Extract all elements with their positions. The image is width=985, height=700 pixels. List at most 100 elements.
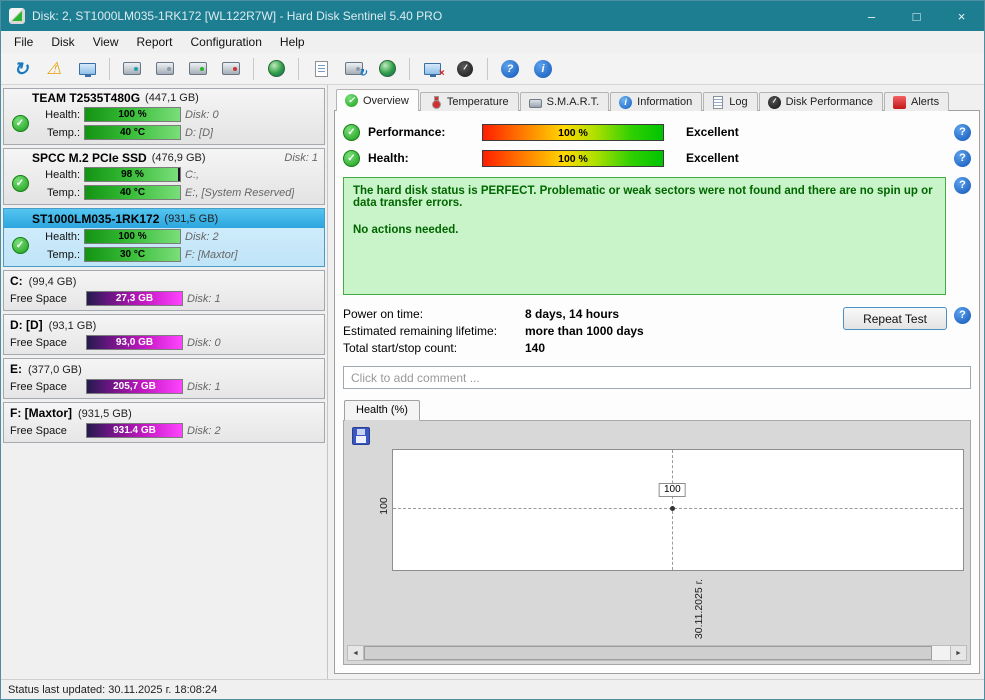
free-space-bar: 93,0 GB — [86, 335, 183, 350]
menubar: File Disk View Report Configuration Help — [1, 31, 984, 53]
partition-entry-d[interactable]: D: [D] (93,1 GB) Free Space 93,0 GB Disk… — [3, 314, 325, 355]
health-bar: 98 % — [84, 167, 181, 182]
main-area: ✓ Overview Temperature S.M.A.R.T. i Inform… — [328, 85, 984, 679]
maximize-icon[interactable]: □ — [894, 1, 939, 31]
partition-entry-c[interactable]: C: (99,4 GB) Free Space 27,3 GB Disk: 1 — [3, 270, 325, 311]
menu-disk[interactable]: Disk — [42, 32, 83, 52]
disk-online-icon[interactable] — [183, 55, 213, 82]
chart-y-axis-label: 100 — [378, 497, 390, 515]
menu-view[interactable]: View — [84, 32, 128, 52]
temp-label: Temp.: — [46, 126, 80, 139]
performance-gauge-icon[interactable] — [450, 55, 480, 82]
disk-sidebar: TEAM T2535T480G (447,1 GB) ✓ Health: 100… — [1, 85, 328, 679]
network-globe-icon[interactable] — [261, 55, 291, 82]
scroll-left-icon[interactable]: ◄ — [348, 646, 364, 660]
menu-file[interactable]: File — [5, 32, 42, 52]
free-space-bar: 205,7 GB — [86, 379, 183, 394]
disk-size: (476,9 GB) — [151, 152, 206, 164]
tab-smart[interactable]: S.M.A.R.T. — [519, 92, 610, 111]
disk-entry-st1000-selected[interactable]: ST1000LM035-1RK172 (931,5 GB) ✓ Health: … — [3, 208, 325, 267]
disk-header: TEAM T2535T480G (447,1 GB) — [4, 89, 324, 106]
free-space-value: 205,7 GB — [113, 381, 156, 392]
minimize-icon[interactable]: – — [849, 1, 894, 31]
tab-information[interactable]: i Information — [610, 92, 703, 111]
chart-tab-health[interactable]: Health (%) — [344, 400, 420, 421]
toolbar: ↻ ⚠ ↻ × ? i — [1, 53, 984, 85]
disk-test-warning-icon[interactable]: ⚠ — [39, 55, 69, 82]
disk-icon[interactable] — [150, 55, 180, 82]
performance-bar: 100 % — [482, 123, 664, 141]
partition-size: (99,4 GB) — [28, 276, 77, 288]
window-title: Disk: 2, ST1000LM035-1RK172 [WL122R7W] -… — [32, 9, 443, 23]
help-icon[interactable]: ? — [495, 55, 525, 82]
comment-input[interactable] — [343, 366, 971, 389]
health-history-chart: 100 100 30.11.2025 г. ◄ ► — [343, 420, 971, 665]
report-monitor-icon[interactable] — [72, 55, 102, 82]
disk-entry-spcc[interactable]: SPCC M.2 PCIe SSD (476,9 GB) Disk: 1 ✓ H… — [3, 148, 325, 205]
chart-scrollbar[interactable]: ◄ ► — [347, 645, 967, 661]
drive-letters: D: [D] — [185, 126, 214, 139]
web-report-icon[interactable] — [372, 55, 402, 82]
disk-refresh-icon[interactable]: ↻ — [339, 55, 369, 82]
free-space-bar: 931.4 GB — [86, 423, 183, 438]
free-space-bar: 27,3 GB — [86, 291, 183, 306]
disk-entry-team[interactable]: TEAM T2535T480G (447,1 GB) ✓ Health: 100… — [3, 88, 325, 145]
performance-value: 100 % — [558, 126, 588, 139]
disk-size: (931,5 GB) — [164, 213, 219, 225]
toolbar-separator — [487, 57, 488, 80]
tab-temperature[interactable]: Temperature — [419, 92, 519, 111]
performance-label: Performance: — [368, 125, 446, 139]
information-icon[interactable]: i — [528, 55, 558, 82]
status-bar: Status last updated: 30.11.2025 г. 18:08… — [1, 679, 984, 699]
disk-number: Disk: 1 — [187, 380, 221, 393]
remote-monitor-icon[interactable]: × — [417, 55, 447, 82]
toolbar-separator — [298, 57, 299, 80]
disk-remove-icon[interactable] — [216, 55, 246, 82]
temp-label: Temp.: — [46, 248, 80, 261]
save-icon[interactable] — [352, 427, 370, 445]
titlebar: Disk: 2, ST1000LM035-1RK172 [WL122R7W] -… — [1, 1, 984, 31]
detect-disk-icon[interactable] — [117, 55, 147, 82]
tab-alerts[interactable]: Alerts — [883, 92, 950, 111]
menu-help[interactable]: Help — [271, 32, 314, 52]
app-icon — [9, 8, 25, 24]
report-document-icon[interactable] — [306, 55, 336, 82]
repeat-test-button[interactable]: Repeat Test — [843, 307, 947, 330]
free-space-value: 93,0 GB — [115, 337, 154, 348]
refresh-icon[interactable]: ↻ — [6, 55, 36, 82]
disk-icon — [528, 98, 542, 108]
help-icon[interactable]: ? — [954, 149, 971, 167]
chart-point-label: 100 — [658, 482, 686, 497]
disk-name: TEAM T2535T480G — [32, 91, 141, 105]
partition-name: C: — [10, 274, 23, 288]
chart-data-point — [670, 505, 676, 511]
chart-gridline-horizontal — [393, 507, 963, 509]
scroll-right-icon[interactable]: ► — [950, 646, 966, 660]
log-icon — [713, 95, 724, 109]
close-icon[interactable]: × — [939, 1, 984, 31]
partition-entry-f[interactable]: F: [Maxtor] (931,5 GB) Free Space 931.4 … — [3, 402, 325, 443]
disk-number: Disk: 1 — [187, 292, 221, 305]
drive-letters: C:, — [185, 168, 200, 181]
free-space-label: Free Space — [10, 292, 67, 305]
health-label: Health: — [368, 151, 409, 165]
menu-configuration[interactable]: Configuration — [182, 32, 271, 52]
partition-size: (931,5 GB) — [78, 408, 132, 420]
drive-letters: E:, [System Reserved] — [185, 186, 295, 199]
help-icon[interactable]: ? — [954, 307, 971, 324]
disk-header: SPCC M.2 PCIe SSD (476,9 GB) Disk: 1 — [4, 149, 324, 166]
tab-disk-performance[interactable]: Disk Performance — [758, 92, 883, 111]
disk-number: Disk: 2 — [187, 424, 221, 437]
help-icon[interactable]: ? — [954, 123, 971, 141]
tab-log[interactable]: Log — [703, 92, 758, 111]
scrollbar-thumb[interactable] — [364, 646, 932, 660]
scrollbar-track[interactable] — [364, 646, 950, 660]
free-space-label: Free Space — [10, 380, 67, 393]
partition-entry-e[interactable]: E: (377,0 GB) Free Space 205,7 GB Disk: … — [3, 358, 325, 399]
disk-number: Disk: 1 — [284, 152, 318, 164]
tab-overview[interactable]: ✓ Overview — [336, 89, 419, 111]
status-line: The hard disk status is PERFECT. Problem… — [353, 185, 933, 209]
menu-report[interactable]: Report — [127, 32, 181, 52]
help-icon[interactable]: ? — [954, 177, 971, 194]
partition-size: (93,1 GB) — [48, 320, 97, 332]
